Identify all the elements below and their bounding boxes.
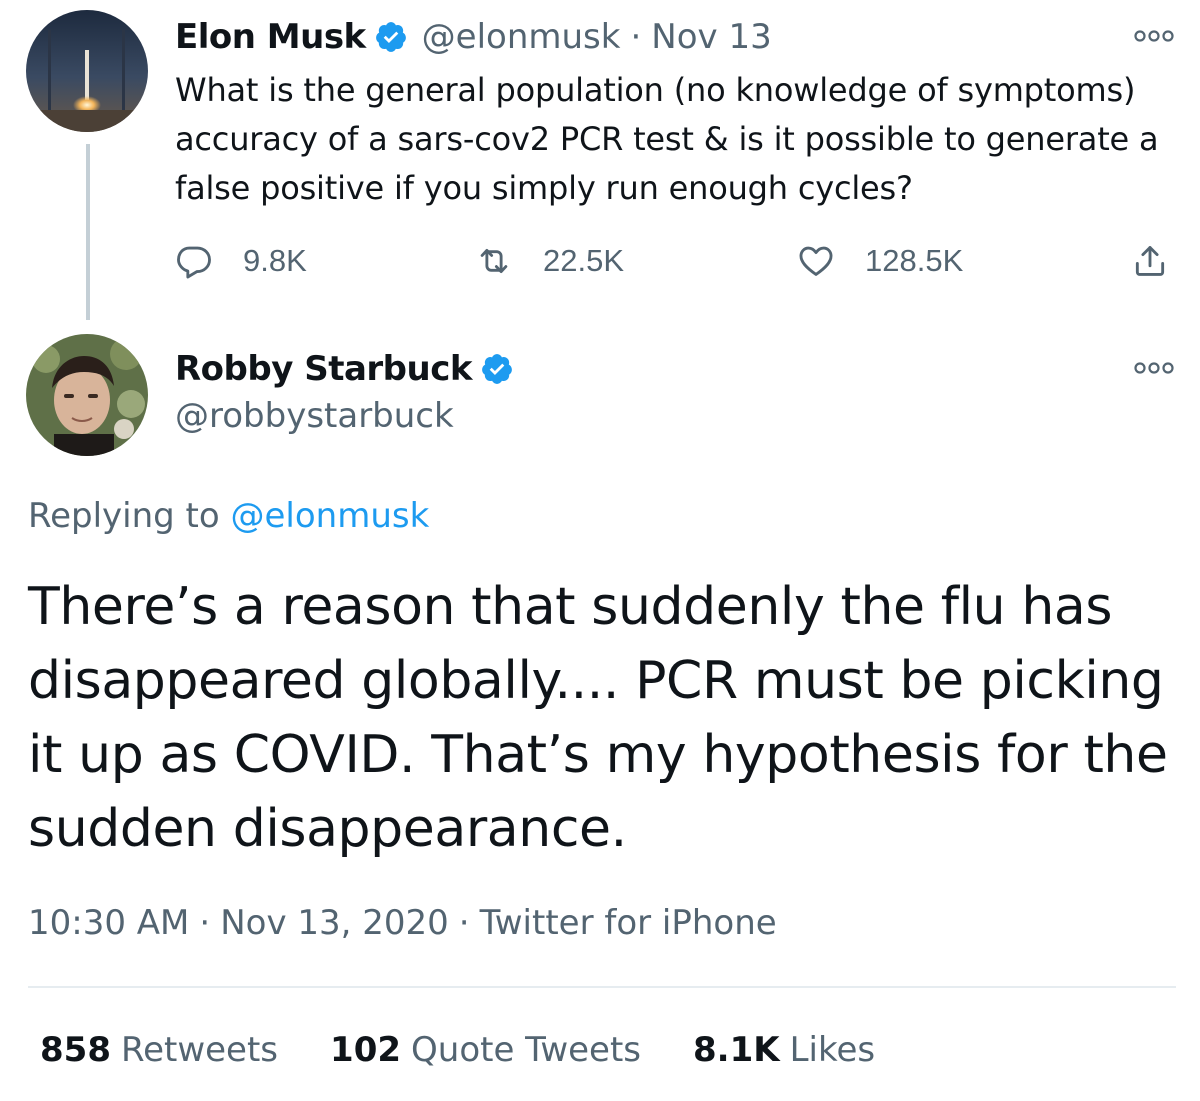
replying-to: Replying to @elonmusk [28, 496, 429, 536]
retweet-icon [480, 248, 508, 274]
parent-tweet-date[interactable]: Nov 13 [651, 17, 771, 57]
verified-badge-icon [480, 352, 514, 386]
replying-to-label: Replying to [28, 496, 220, 536]
tweet-date[interactable]: Nov 13, 2020 [220, 903, 449, 943]
tweet-metadata: 10:30 AM · Nov 13, 2020 · Twitter for iPhone [28, 903, 777, 943]
rocket-launch-image [26, 10, 148, 132]
robby-avatar[interactable] [26, 334, 148, 456]
engagement-stats: 858 Retweets 102 Quote Tweets 8.1K Likes [40, 1030, 927, 1070]
parent-tweet-text: What is the general population (no knowl… [175, 71, 1159, 207]
retweet-count: 22.5K [543, 243, 625, 278]
reply-button[interactable]: 9.8K [175, 236, 307, 286]
share-button[interactable] [1131, 236, 1169, 286]
more-options-icon[interactable] [1134, 26, 1174, 46]
reply-icon [177, 246, 211, 279]
heart-icon [799, 246, 833, 276]
stats-divider [28, 986, 1176, 988]
parent-tweet-actions: 9.8K 22.5K 128.5K [175, 236, 1180, 286]
quote-tweets-label: Quote Tweets [411, 1030, 642, 1070]
tweet-time[interactable]: 10:30 AM [28, 903, 189, 943]
parent-author-handle[interactable]: @elonmusk [422, 17, 621, 57]
verified-badge-icon [374, 20, 408, 54]
quote-tweets-stat-link[interactable]: 102 Quote Tweets [330, 1030, 641, 1070]
retweets-label: Retweets [120, 1030, 279, 1070]
main-tweet-text: There’s a reason that suddenly the flu h… [28, 577, 1168, 859]
main-tweet-name-row: Robby Starbuck [175, 346, 514, 392]
share-icon [1135, 246, 1165, 276]
likes-label: Likes [789, 1030, 876, 1070]
meta-separator: · [458, 903, 470, 943]
main-author-name[interactable]: Robby Starbuck [175, 349, 472, 389]
replying-to-handle-link[interactable]: @elonmusk [231, 496, 430, 536]
main-author-handle[interactable]: @robbystarbuck [175, 396, 454, 436]
likes-count: 8.1K [693, 1030, 780, 1070]
thread-connector-line [86, 144, 90, 320]
like-button[interactable]: 128.5K [797, 236, 963, 286]
parent-author-name[interactable]: Elon Musk [175, 17, 366, 57]
retweet-button[interactable]: 22.5K [475, 236, 624, 286]
reply-count: 9.8K [243, 243, 307, 278]
like-count: 128.5K [865, 243, 964, 278]
likes-stat-link[interactable]: 8.1K Likes [693, 1030, 875, 1070]
tweet-source[interactable]: Twitter for iPhone [480, 903, 777, 943]
retweets-count: 858 [40, 1030, 111, 1070]
more-options-icon[interactable] [1134, 358, 1174, 378]
profile-photo-image [26, 334, 148, 456]
retweets-stat-link[interactable]: 858 Retweets [40, 1030, 278, 1070]
elon-avatar[interactable] [26, 10, 148, 132]
quote-tweets-count: 102 [330, 1030, 402, 1070]
header-separator: · [630, 17, 642, 57]
parent-tweet-header: Elon Musk @elonmusk · Nov 13 [175, 14, 772, 60]
meta-separator: · [199, 903, 211, 943]
